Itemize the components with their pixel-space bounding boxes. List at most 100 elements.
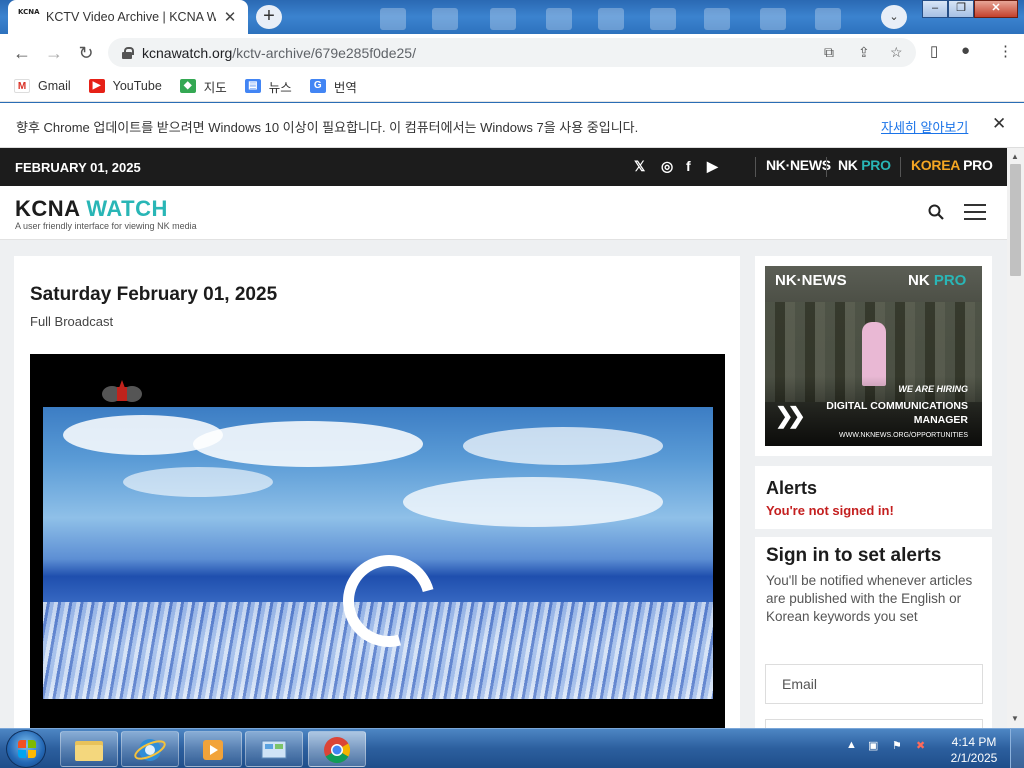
not-signed-in-warning: You're not signed in! — [766, 503, 894, 518]
page-scrollbar[interactable]: ▲ ▼ — [1007, 148, 1024, 728]
kcna-favicon-icon: KCNA — [18, 8, 40, 16]
screen: KCNA KCTV Video Archive | KCNA Watch ✕ +… — [0, 0, 1024, 768]
email-field[interactable]: Email — [765, 664, 983, 704]
background-tile — [598, 8, 624, 30]
site-tagline: A user friendly interface for viewing NK… — [15, 221, 197, 231]
taskbar-internet-explorer[interactable] — [121, 731, 179, 767]
scrollbar-thumb[interactable] — [1010, 164, 1021, 276]
control-panel-icon — [261, 740, 287, 759]
site-topbar: FEBRUARY 01, 2025 𝕏 ◎ f ▶ NK·NEWS NK PRO… — [0, 148, 1007, 186]
search-icon[interactable] — [928, 204, 944, 220]
show-hidden-icons-icon[interactable]: ▲ — [846, 739, 857, 751]
bookmark-news[interactable]: ▤ 뉴스 — [244, 77, 292, 96]
instagram-icon[interactable]: ◎ — [661, 158, 673, 175]
update-infobar: 향후 Chrome 업데이트를 받으려면 Windows 10 이상이 필요합니… — [0, 103, 1024, 148]
kctv-emblem-icon — [102, 380, 142, 402]
tab-search-button[interactable]: ⌄ — [881, 5, 907, 29]
tab-close-icon[interactable]: ✕ — [222, 8, 238, 26]
ad-nkpro-logo: NK PRO — [908, 272, 967, 289]
background-tile — [490, 8, 516, 30]
browser-tab[interactable]: KCNA KCTV Video Archive | KCNA Watch ✕ — [8, 0, 248, 34]
bookmark-youtube[interactable]: ▶ YouTube — [88, 79, 162, 93]
bookmark-star-icon[interactable]: ☆ — [890, 44, 903, 61]
broadcast-subtitle: Full Broadcast — [30, 314, 114, 329]
windows-taskbar: ▲ ▣ ⚑ ✖ 4:14 PM 2/1/2025 — [0, 728, 1024, 768]
background-tile — [650, 8, 676, 30]
ad-url-text: WWW.NKNEWS.ORG/OPPORTUNITIES — [839, 432, 968, 439]
browser-toolbar: ← → ↻ kcnawatch.org/kctv-archive/679e285… — [0, 34, 1024, 71]
windows-logo-icon — [18, 740, 36, 758]
bookmark-label: YouTube — [112, 79, 162, 93]
share-icon[interactable]: ⇪ — [858, 44, 870, 61]
infobar-message: 향후 Chrome 업데이트를 받으려면 Windows 10 이상이 필요합니… — [16, 120, 639, 135]
ad-nknews-logo: NK·NEWS — [775, 272, 847, 289]
translate-icon: G — [309, 79, 326, 93]
background-tile — [546, 8, 572, 30]
nkpro-link[interactable]: NK PRO — [838, 157, 891, 173]
divider — [755, 529, 992, 537]
infobar-close-icon[interactable]: ✕ — [992, 114, 1006, 134]
taskbar-control-panel[interactable] — [245, 731, 303, 767]
page-title: Saturday February 01, 2025 — [30, 284, 278, 305]
maximize-button[interactable]: ❐ — [948, 0, 974, 18]
youtube-icon[interactable]: ▶ — [707, 158, 718, 175]
new-tab-button[interactable]: + — [256, 5, 282, 29]
translate-icon[interactable]: ⧉ — [824, 44, 834, 61]
reload-button[interactable]: ↻ — [70, 37, 102, 69]
lock-icon[interactable] — [122, 47, 134, 59]
action-center-flag-icon[interactable]: ⚑ — [892, 739, 902, 752]
nknews-link[interactable]: NK·NEWS — [766, 157, 831, 173]
taskbar-explorer[interactable] — [60, 731, 118, 767]
youtube-icon: ▶ — [88, 79, 105, 93]
address-bar[interactable]: kcnawatch.org/kctv-archive/679e285f0de25… — [108, 38, 916, 67]
volume-muted-icon[interactable]: ✖ — [916, 739, 925, 752]
alerts-heading: Alerts — [766, 478, 818, 498]
divider — [826, 157, 827, 177]
profile-icon[interactable]: ● — [961, 42, 970, 59]
menu-hamburger-icon[interactable] — [964, 204, 986, 220]
system-clock[interactable]: 4:14 PM 2/1/2025 — [946, 734, 1002, 766]
bookmark-maps[interactable]: ◆ 지도 — [179, 77, 227, 96]
background-tile — [380, 8, 406, 30]
menu-kebab-icon[interactable]: ⋮ — [998, 42, 1013, 60]
divider — [755, 157, 756, 177]
background-tile — [760, 8, 786, 30]
scroll-down-icon[interactable]: ▼ — [1011, 714, 1019, 723]
bookmark-translate[interactable]: G 번역 — [309, 77, 357, 96]
side-panel-icon[interactable]: ▯ — [930, 42, 938, 60]
clock-time: 4:14 PM — [951, 735, 997, 749]
bookmark-label: 뉴스 — [268, 80, 292, 95]
koreapro-link[interactable]: KOREA PRO — [911, 157, 993, 173]
scroll-up-icon[interactable]: ▲ — [1011, 152, 1019, 161]
network-icon[interactable]: ▣ — [868, 739, 878, 752]
forward-button[interactable]: → — [38, 37, 70, 69]
ad-role-text: DIGITAL COMMUNICATIONS MANAGER — [826, 400, 968, 426]
double-chevron-icon: ❯❯ — [775, 403, 806, 428]
taskbar-media-player[interactable] — [184, 731, 242, 767]
minimize-button[interactable]: – — [922, 0, 948, 18]
page-viewport: FEBRUARY 01, 2025 𝕏 ◎ f ▶ NK·NEWS NK PRO… — [0, 148, 1007, 728]
taskbar-chrome[interactable] — [308, 731, 366, 767]
background-tile — [432, 8, 458, 30]
media-player-icon — [203, 740, 223, 760]
x-twitter-icon[interactable]: 𝕏 — [634, 158, 645, 175]
start-button[interactable] — [6, 730, 46, 768]
gmail-icon: M — [14, 79, 30, 93]
window-close-button[interactable]: ✕ — [974, 0, 1018, 18]
maps-icon: ◆ — [179, 79, 196, 93]
tab-strip: KCNA KCTV Video Archive | KCNA Watch ✕ +… — [0, 0, 1024, 34]
alerts-panel: Alerts You're not signed in! Sign in to … — [755, 466, 992, 728]
signin-heading: Sign in to set alerts — [766, 545, 942, 566]
show-desktop-button[interactable] — [1010, 729, 1024, 768]
cloud — [463, 427, 663, 465]
bookmark-gmail[interactable]: M Gmail — [14, 79, 71, 93]
kcna-watch-logo[interactable]: KCNA WATCH — [15, 196, 168, 222]
back-button[interactable]: ← — [6, 37, 38, 69]
nknews-hiring-ad[interactable]: NK·NEWS NK PRO ❯❯ WE ARE HIRING DIGITAL … — [765, 266, 982, 446]
folder-icon — [75, 741, 103, 761]
facebook-icon[interactable]: f — [686, 158, 691, 174]
cloud — [193, 421, 423, 467]
video-player[interactable] — [30, 354, 725, 728]
password-field[interactable] — [765, 719, 983, 728]
learn-more-link[interactable]: 자세히 알아보기 — [881, 117, 968, 136]
